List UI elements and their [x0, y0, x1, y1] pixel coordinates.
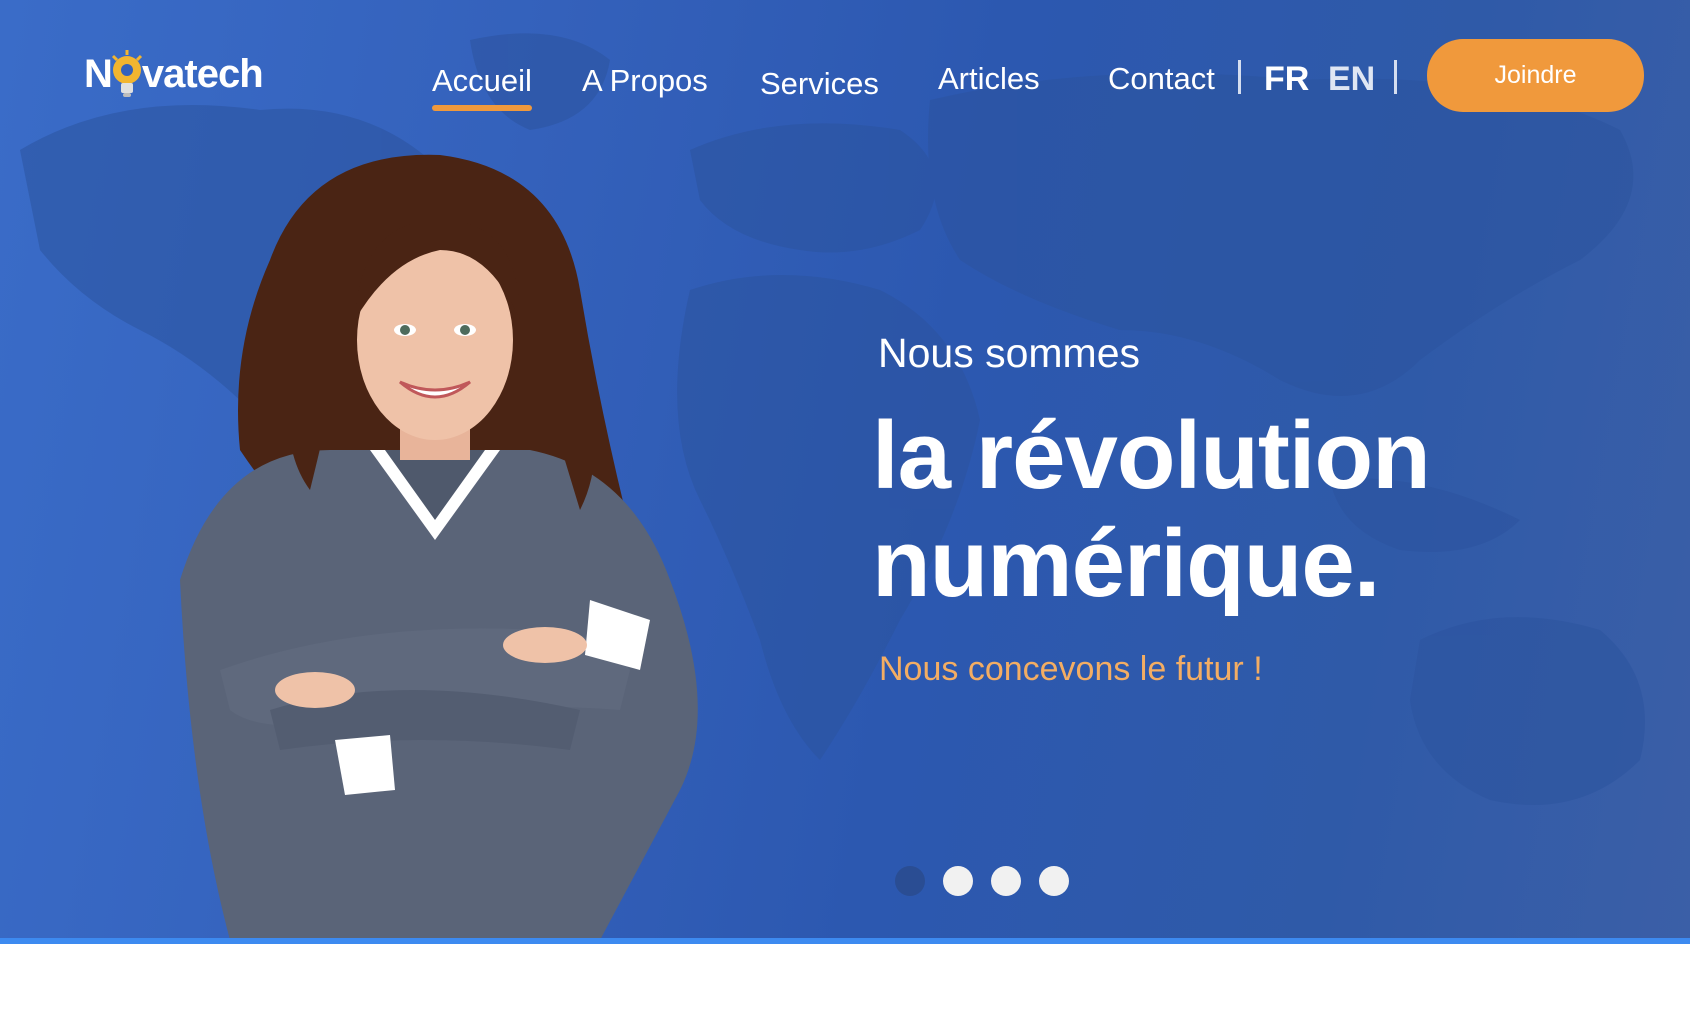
carousel-dot-3[interactable] [991, 866, 1021, 896]
nav-divider [1238, 60, 1241, 94]
brand-name-prefix: N [84, 51, 113, 96]
hero-headline: la révolution numérique. [872, 402, 1632, 618]
language-en[interactable]: EN [1328, 60, 1375, 99]
nav-item-articles[interactable]: Articles [938, 61, 1040, 97]
brand-logo[interactable]: N vatech [84, 50, 264, 98]
join-button[interactable]: Joindre [1427, 39, 1644, 112]
hero-bottom-rule [0, 938, 1690, 944]
carousel-dots [895, 866, 1069, 896]
carousel-dot-1[interactable] [895, 866, 925, 896]
nav-item-services[interactable]: Services [760, 66, 879, 102]
hero-eyebrow: Nous sommes [878, 330, 1141, 376]
carousel-dot-4[interactable] [1039, 866, 1069, 896]
top-navigation: N vatech Accueil A Propos Services Artic… [0, 0, 1690, 140]
hero-headline-line2: numérique. [872, 510, 1380, 617]
nav-item-accueil[interactable]: Accueil [432, 63, 532, 111]
brand-name-suffix: vatech [141, 51, 264, 96]
nav-item-contact[interactable]: Contact [1108, 61, 1215, 97]
carousel-dot-2[interactable] [943, 866, 973, 896]
hero-person-image [180, 154, 698, 940]
nav-divider [1394, 60, 1397, 94]
language-fr[interactable]: FR [1264, 60, 1309, 99]
hero-banner: N vatech Accueil A Propos Services Artic… [0, 0, 1690, 940]
hero-tagline: Nous concevons le futur ! [879, 650, 1263, 688]
lightbulb-icon [110, 50, 144, 98]
nav-item-a-propos[interactable]: A Propos [582, 63, 708, 99]
hero-headline-line1: la révolution [872, 402, 1431, 509]
